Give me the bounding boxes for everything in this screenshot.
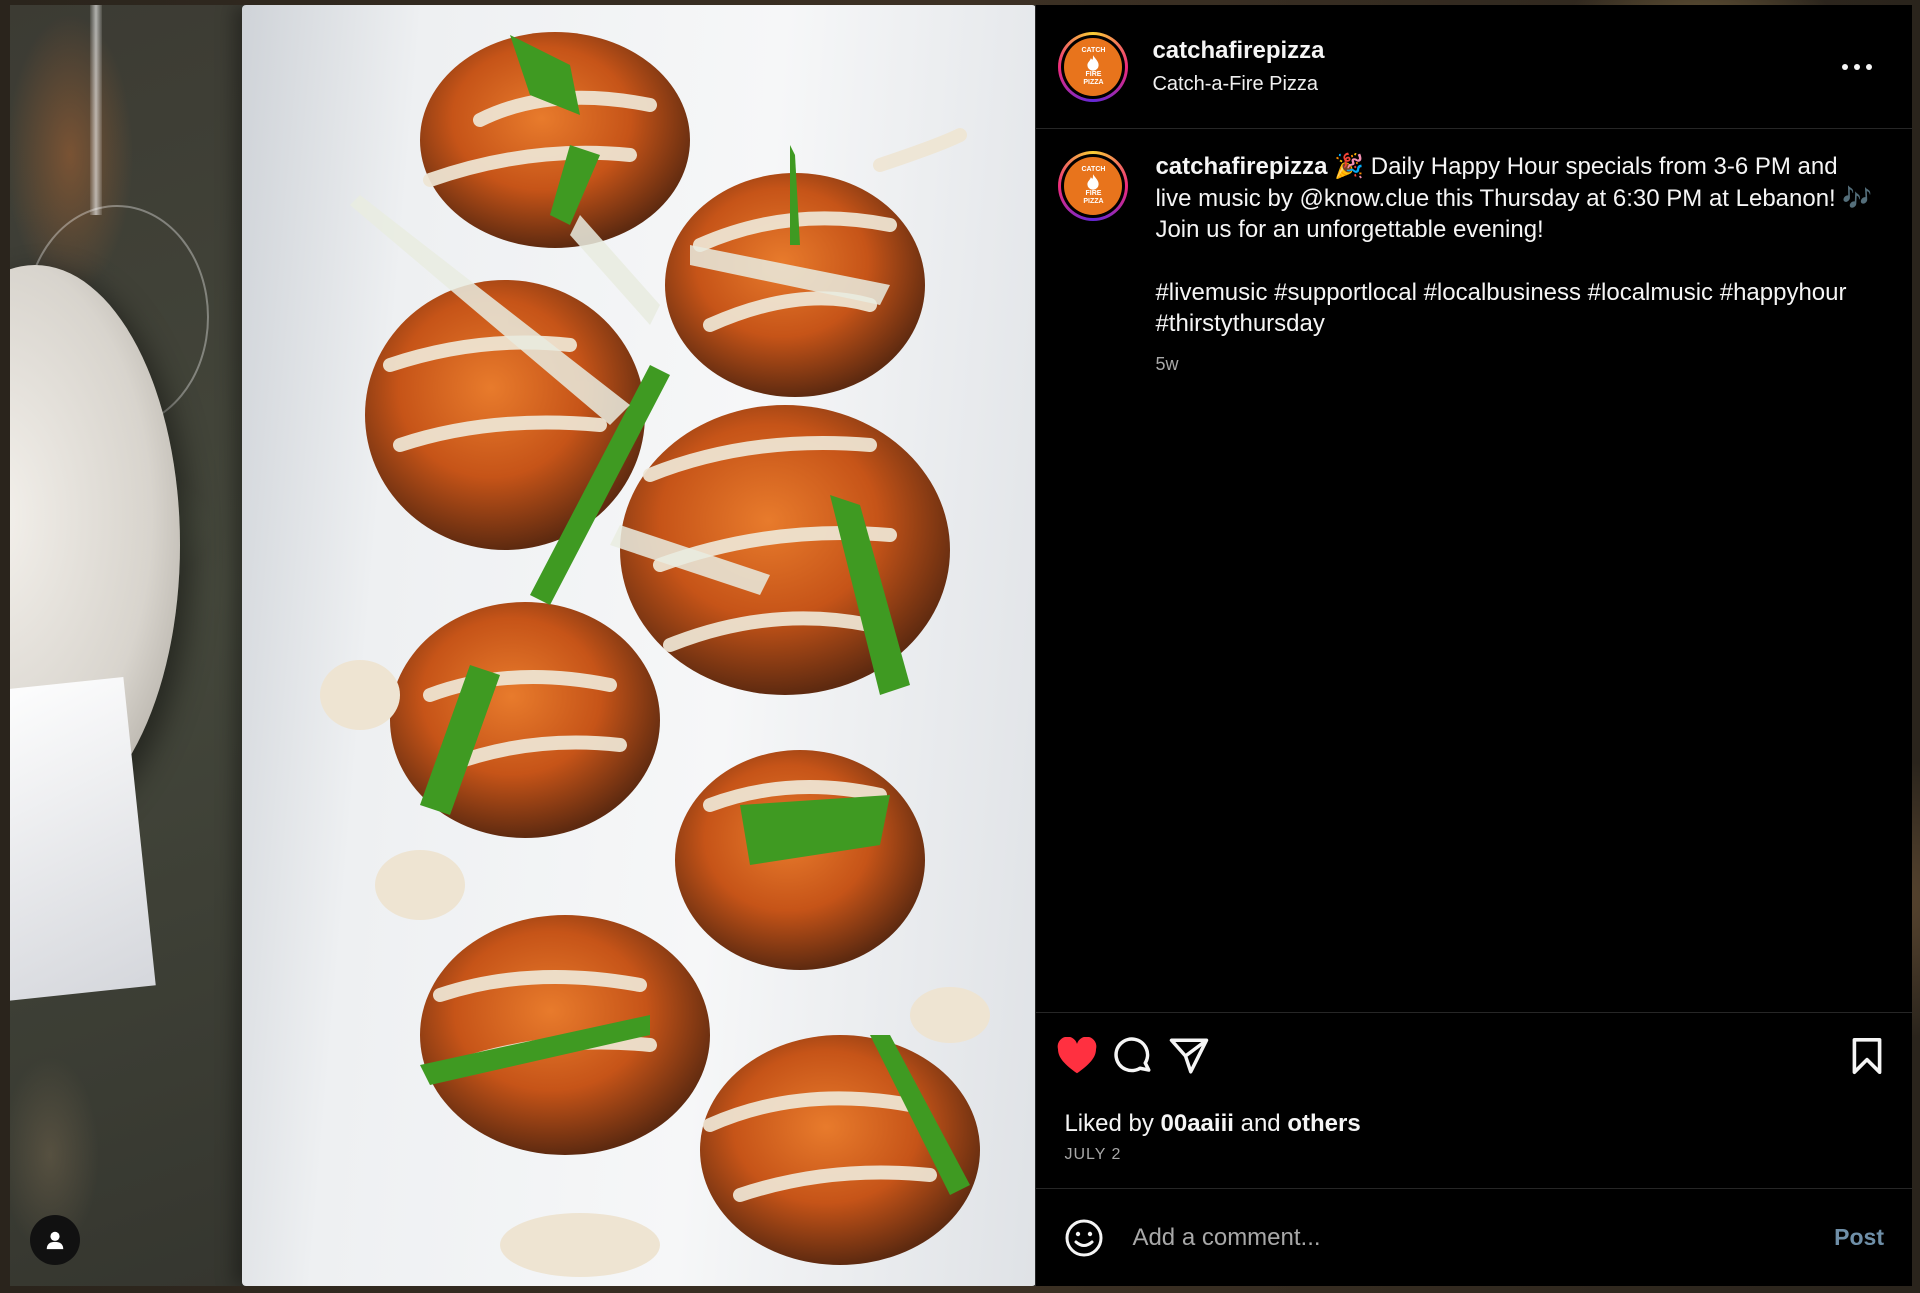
user-tag-button[interactable] — [30, 1215, 80, 1265]
more-icon — [1842, 63, 1848, 70]
liked-by-user[interactable]: 00aaiii — [1161, 1110, 1234, 1137]
post-details-panel: CATCH FIRE PIZZA catchafirepizza Catch-a… — [1035, 5, 1912, 1286]
post-modal: CATCH FIRE PIZZA catchafirepizza Catch-a… — [10, 5, 1912, 1286]
post-comment-button[interactable]: Post — [1834, 1224, 1884, 1251]
caption-avatar: CATCH FIRE PIZZA — [1064, 157, 1123, 215]
flame-icon — [1087, 174, 1100, 190]
comment-bar: Post — [1036, 1188, 1912, 1286]
header-username[interactable]: catchafirepizza — [1152, 37, 1324, 65]
share-icon — [1170, 1038, 1209, 1074]
header-location[interactable]: Catch-a-Fire Pizza — [1152, 73, 1324, 96]
like-button[interactable] — [1054, 1033, 1100, 1079]
comment-button[interactable] — [1110, 1033, 1156, 1079]
avatar: CATCH FIRE PIZZA — [1064, 37, 1123, 96]
comment-icon — [1114, 1037, 1151, 1073]
liked-by-others[interactable]: others — [1287, 1110, 1360, 1137]
bookmark-icon — [1852, 1038, 1882, 1074]
caption-username[interactable]: catchafirepizza — [1155, 153, 1327, 180]
caption-avatar-ring[interactable]: CATCH FIRE PIZZA — [1058, 151, 1129, 221]
caption-section: CATCH FIRE PIZZA catchafirepizza 🎉 Daily… — [1036, 129, 1912, 1013]
story-ring[interactable]: CATCH FIRE PIZZA — [1058, 31, 1129, 102]
user-tag-icon — [46, 1231, 64, 1250]
post-header: CATCH FIRE PIZZA catchafirepizza Catch-a… — [1036, 5, 1912, 129]
more-options-button[interactable] — [1842, 57, 1872, 77]
likes-section: Liked by 00aaiii and others JULY 2 — [1036, 1110, 1912, 1164]
share-button[interactable] — [1166, 1033, 1212, 1079]
post-photo[interactable] — [10, 5, 1036, 1286]
caption-text: catchafirepizza 🎉 Daily Happy Hour speci… — [1155, 151, 1875, 340]
emoji-icon[interactable] — [1064, 1218, 1104, 1258]
action-bar — [1036, 1013, 1912, 1110]
post-date: JULY 2 — [1064, 1146, 1122, 1163]
save-button[interactable] — [1844, 1033, 1890, 1079]
caption-hashtags[interactable]: #livemusic #supportlocal #localbusiness … — [1155, 277, 1875, 340]
post-time-ago: 5w — [1155, 353, 1179, 374]
heart-icon — [1058, 1037, 1097, 1074]
potato-bites — [320, 32, 990, 1277]
comment-input[interactable] — [1130, 1222, 1835, 1253]
flame-icon — [1087, 54, 1100, 71]
liked-by: Liked by 00aaiii and others — [1064, 1110, 1361, 1137]
